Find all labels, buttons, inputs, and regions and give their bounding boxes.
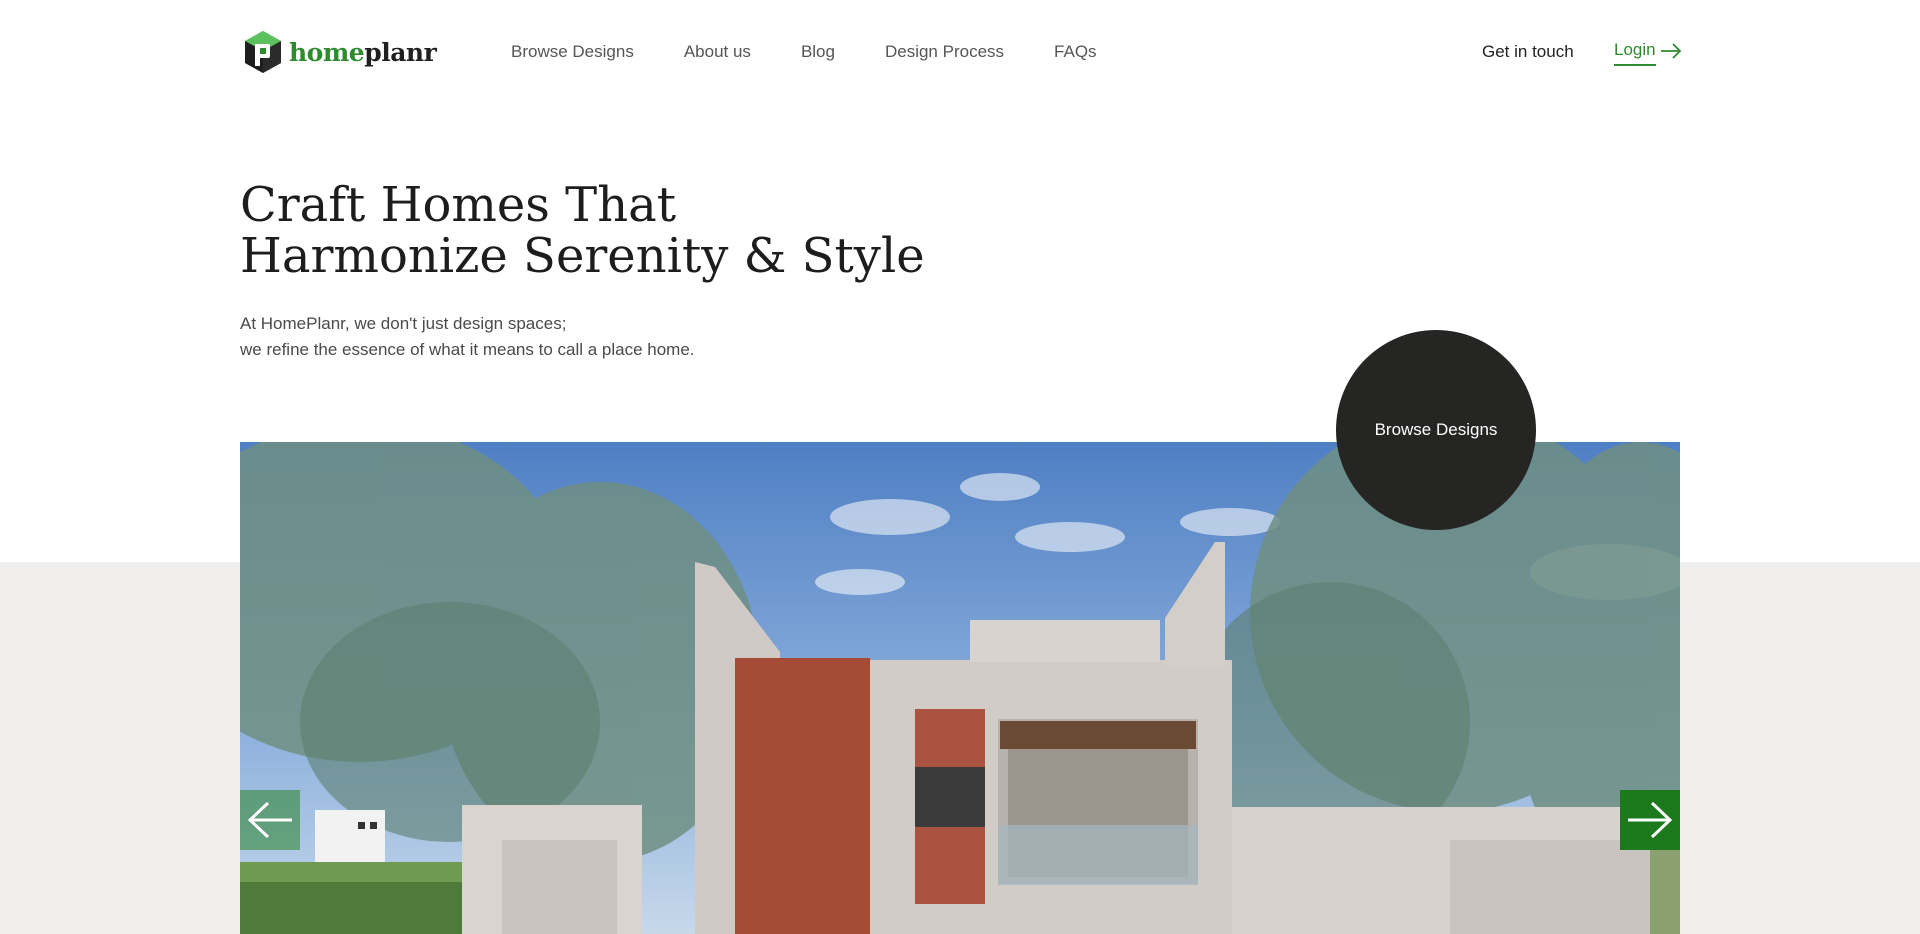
main-nav: Browse Designs About us Blog Design Proc… <box>511 40 1147 64</box>
hero-title: Craft Homes That Harmonize Serenity & St… <box>240 180 940 282</box>
logo-text-planr: planr <box>364 37 437 67</box>
browse-designs-cta[interactable]: Browse Designs <box>1336 330 1536 530</box>
nav-blog[interactable]: Blog <box>801 40 835 64</box>
logo-wordmark: homeplanr <box>289 37 437 67</box>
carousel-prev-button[interactable] <box>240 790 300 850</box>
hero-intro: At HomePlanr, we don't just design space… <box>240 311 695 363</box>
hero-intro-line-2: we refine the essence of what it means t… <box>240 340 695 359</box>
get-in-touch-link[interactable]: Get in touch <box>1482 40 1574 64</box>
arrow-left-icon <box>247 801 292 839</box>
arrow-right-icon <box>1628 801 1673 839</box>
nav-design-process[interactable]: Design Process <box>885 40 1004 64</box>
hero-intro-line-1: At HomePlanr, we don't just design space… <box>240 314 567 333</box>
hero-title-line-1: Craft Homes That <box>240 177 677 233</box>
login-link[interactable]: Login <box>1614 38 1682 66</box>
arrow-right-icon <box>1660 43 1681 59</box>
carousel-next-button[interactable] <box>1620 790 1680 850</box>
hero-title-line-2: Harmonize Serenity & Style <box>240 228 925 284</box>
login-label: Login <box>1614 38 1656 66</box>
nav-browse-designs[interactable]: Browse Designs <box>511 40 634 64</box>
hexagon-p-icon <box>245 31 281 73</box>
homeplanr-logo[interactable]: homeplanr <box>243 30 437 74</box>
site-header: homeplanr Browse Designs About us Blog D… <box>0 0 1920 104</box>
nav-faqs[interactable]: FAQs <box>1054 40 1097 64</box>
nav-about-us[interactable]: About us <box>684 40 751 64</box>
logo-text-home: home <box>289 37 365 67</box>
